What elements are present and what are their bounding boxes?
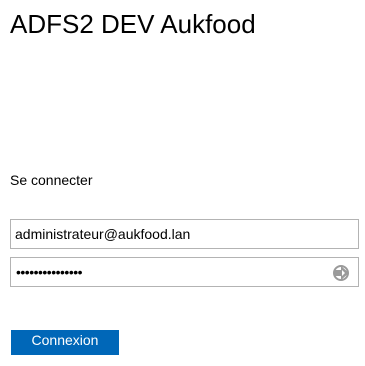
connexion-button[interactable]: Connexion <box>11 330 119 355</box>
reveal-password-arrow-icon[interactable] <box>331 263 351 283</box>
username-input[interactable]: administrateur@aukfood.lan <box>10 219 359 249</box>
password-input[interactable]: ••••••••••••••• <box>10 257 359 287</box>
password-masked-value: ••••••••••••••• <box>16 264 83 280</box>
signin-page: ADFS2 DEV Aukfood Se connecter administr… <box>0 0 365 366</box>
page-title: ADFS2 DEV Aukfood <box>10 9 256 39</box>
signin-heading: Se connecter <box>10 172 93 188</box>
